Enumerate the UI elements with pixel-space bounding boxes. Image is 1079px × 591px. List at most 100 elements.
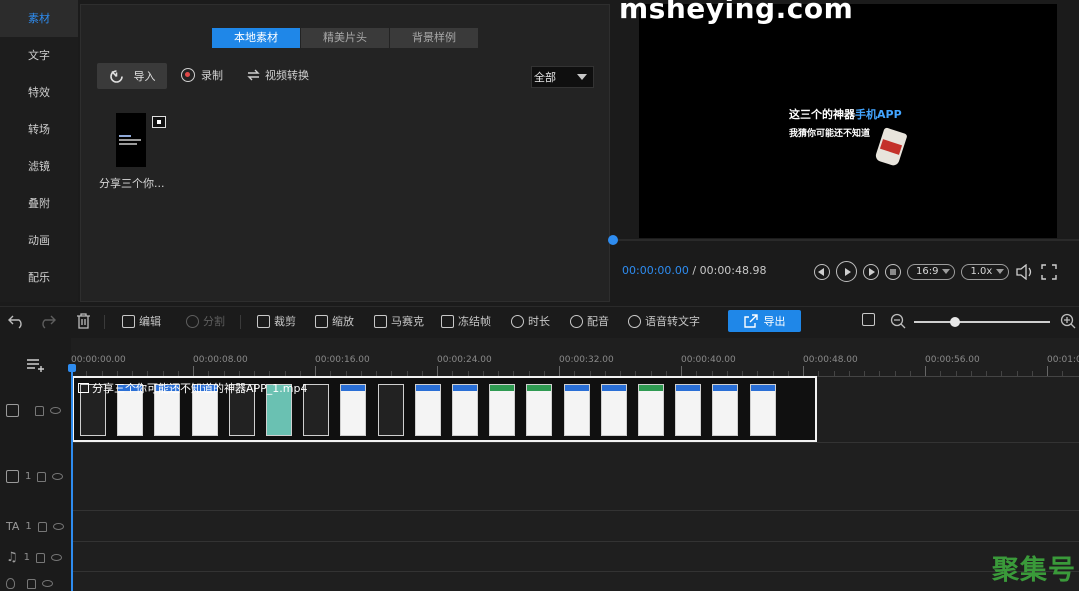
tab-backgrounds[interactable]: 背景样例 — [390, 28, 478, 48]
record-button[interactable]: 录制 — [181, 67, 223, 83]
split-label: 分割 — [203, 315, 225, 328]
zoom-slider-handle[interactable] — [950, 317, 960, 327]
delete-button[interactable] — [76, 313, 91, 329]
clip-frame-thumbnail — [749, 384, 776, 436]
video-caption-line2: 我猜你可能还不知道 — [789, 129, 871, 139]
site-watermark: msheying.com — [619, 0, 854, 25]
sidebar-item-animation[interactable]: 动画 — [0, 222, 78, 259]
stop-icon — [890, 268, 896, 275]
edit-button[interactable]: 编辑 — [122, 313, 161, 329]
speech-to-text-button[interactable]: 语音转文字 — [628, 313, 700, 329]
split-button[interactable]: 分割 — [186, 313, 225, 329]
ruler-tick — [848, 371, 850, 376]
speed-value: 1.0x — [970, 266, 993, 277]
pip-track-count: 1 — [25, 471, 32, 482]
media-filter-select[interactable]: 全部 — [531, 66, 594, 88]
freeze-frame-button[interactable]: 冻结帧 — [441, 313, 491, 329]
video-convert-button[interactable]: 视频转换 — [247, 67, 309, 83]
step-back-icon — [818, 267, 824, 276]
eye-icon[interactable] — [50, 407, 61, 414]
import-label: 导入 — [133, 70, 156, 83]
track-area[interactable]: 00:00:00.00 00:00:08.00 00:00:16.00 00:00:2… — [68, 338, 1079, 591]
zoom-in-button[interactable] — [1060, 313, 1076, 329]
ruler-tick — [833, 371, 835, 376]
filter-selected-value: 全部 — [534, 71, 556, 84]
time-separator: / — [688, 264, 700, 277]
clip-frame-thumbnail — [563, 384, 590, 436]
redo-button[interactable] — [38, 313, 56, 329]
speed-select[interactable]: 1.0x — [961, 263, 1010, 280]
import-button[interactable]: 导入 — [97, 63, 167, 89]
playhead[interactable] — [68, 364, 76, 591]
lock-icon[interactable] — [37, 471, 47, 482]
speaker-icon[interactable] — [51, 554, 63, 561]
sidebar-item-transitions[interactable]: 转场 — [0, 111, 78, 148]
lock-icon[interactable] — [36, 552, 46, 563]
tab-intros[interactable]: 精美片头 — [301, 28, 389, 48]
video-clip-icon — [78, 383, 89, 393]
undo-button[interactable] — [8, 313, 26, 329]
scissors-icon — [186, 314, 199, 328]
ruler-tick — [909, 371, 911, 376]
ruler-tick — [1031, 371, 1033, 376]
sidebar-item-music[interactable]: 配乐 — [0, 259, 78, 296]
record-icon — [181, 68, 195, 82]
aspect-ratio-select[interactable]: 16:9 — [907, 263, 956, 280]
ruler-tick — [986, 371, 987, 376]
video-canvas[interactable]: 这三个的神器手机APP 我猜你可能还不知道 — [639, 4, 1057, 238]
sidebar-item-text[interactable]: 文字 — [0, 37, 78, 74]
track-headers: 1 TA 1 ♫ 1 — [0, 338, 70, 591]
mosaic-button[interactable]: 马赛克 — [374, 313, 424, 329]
zoom-in-icon — [1060, 313, 1076, 329]
aspect-ratio-value: 16:9 — [916, 266, 939, 277]
music-note-icon: ♫ — [6, 550, 18, 565]
export-label: 导出 — [763, 315, 786, 328]
volume-icon[interactable] — [1015, 263, 1035, 280]
tab-local-media[interactable]: 本地素材 — [212, 28, 300, 48]
timeline-zoom-slider[interactable] — [914, 317, 1050, 327]
ruler-tick-label: 00:00:48.00 — [803, 355, 858, 365]
player-controls: 16:9 1.0x — [814, 261, 1057, 282]
clip-title-text: 分享三个你可能还不知道的神器APP_1.mp4 — [92, 382, 308, 395]
eye-icon[interactable] — [52, 473, 64, 480]
clip-frame-thumbnail — [489, 384, 516, 436]
lock-icon[interactable] — [35, 405, 44, 416]
speaker-icon[interactable] — [42, 580, 53, 587]
seek-bar[interactable] — [608, 235, 1079, 245]
eye-icon[interactable] — [52, 523, 64, 530]
sidebar-item-effects[interactable]: 特效 — [0, 74, 78, 111]
stop-button[interactable] — [885, 263, 901, 280]
ruler-tick — [1047, 366, 1048, 376]
crop-button[interactable]: 裁剪 — [257, 313, 296, 329]
duration-button[interactable]: 时长 — [511, 313, 550, 329]
zoom-button[interactable]: 缩放 — [315, 313, 354, 329]
zoom-out-button[interactable] — [890, 313, 906, 329]
export-button[interactable]: 导出 — [728, 310, 801, 332]
cup-illustration — [874, 127, 908, 167]
next-frame-button[interactable] — [863, 263, 879, 280]
add-track-button[interactable] — [26, 358, 46, 372]
ruler-tick-label: 00:00:16.00 — [315, 355, 370, 365]
ruler-tick — [894, 371, 896, 376]
clip-frame-thumbnail — [675, 384, 702, 436]
text-track-count: 1 — [25, 521, 32, 532]
dub-button[interactable]: 配音 — [570, 313, 609, 329]
sidebar-item-overlays[interactable]: 叠附 — [0, 185, 78, 222]
chevron-down-icon — [577, 74, 587, 80]
voice-track-header — [6, 578, 53, 589]
media-item-name: 分享三个你... — [99, 177, 165, 190]
lock-icon[interactable] — [37, 521, 47, 532]
microphone-icon — [570, 314, 583, 328]
lock-icon[interactable] — [27, 578, 36, 589]
seek-handle[interactable] — [608, 235, 618, 245]
sidebar-item-material[interactable]: 素材 — [0, 0, 78, 37]
play-button[interactable] — [836, 261, 857, 282]
fullscreen-icon[interactable] — [1041, 263, 1057, 280]
time-ruler[interactable]: 00:00:00.00 00:00:08.00 00:00:16.00 00:00:2… — [71, 351, 1079, 377]
video-clip[interactable]: 分享三个你可能还不知道的神器APP_1.mp4 — [72, 376, 817, 442]
ruler-tick — [803, 366, 804, 376]
sidebar-item-filters[interactable]: 滤镜 — [0, 148, 78, 185]
fit-timeline-button[interactable] — [862, 313, 875, 326]
time-current: 00:00:00.00 — [622, 264, 689, 277]
prev-frame-button[interactable] — [814, 263, 830, 280]
